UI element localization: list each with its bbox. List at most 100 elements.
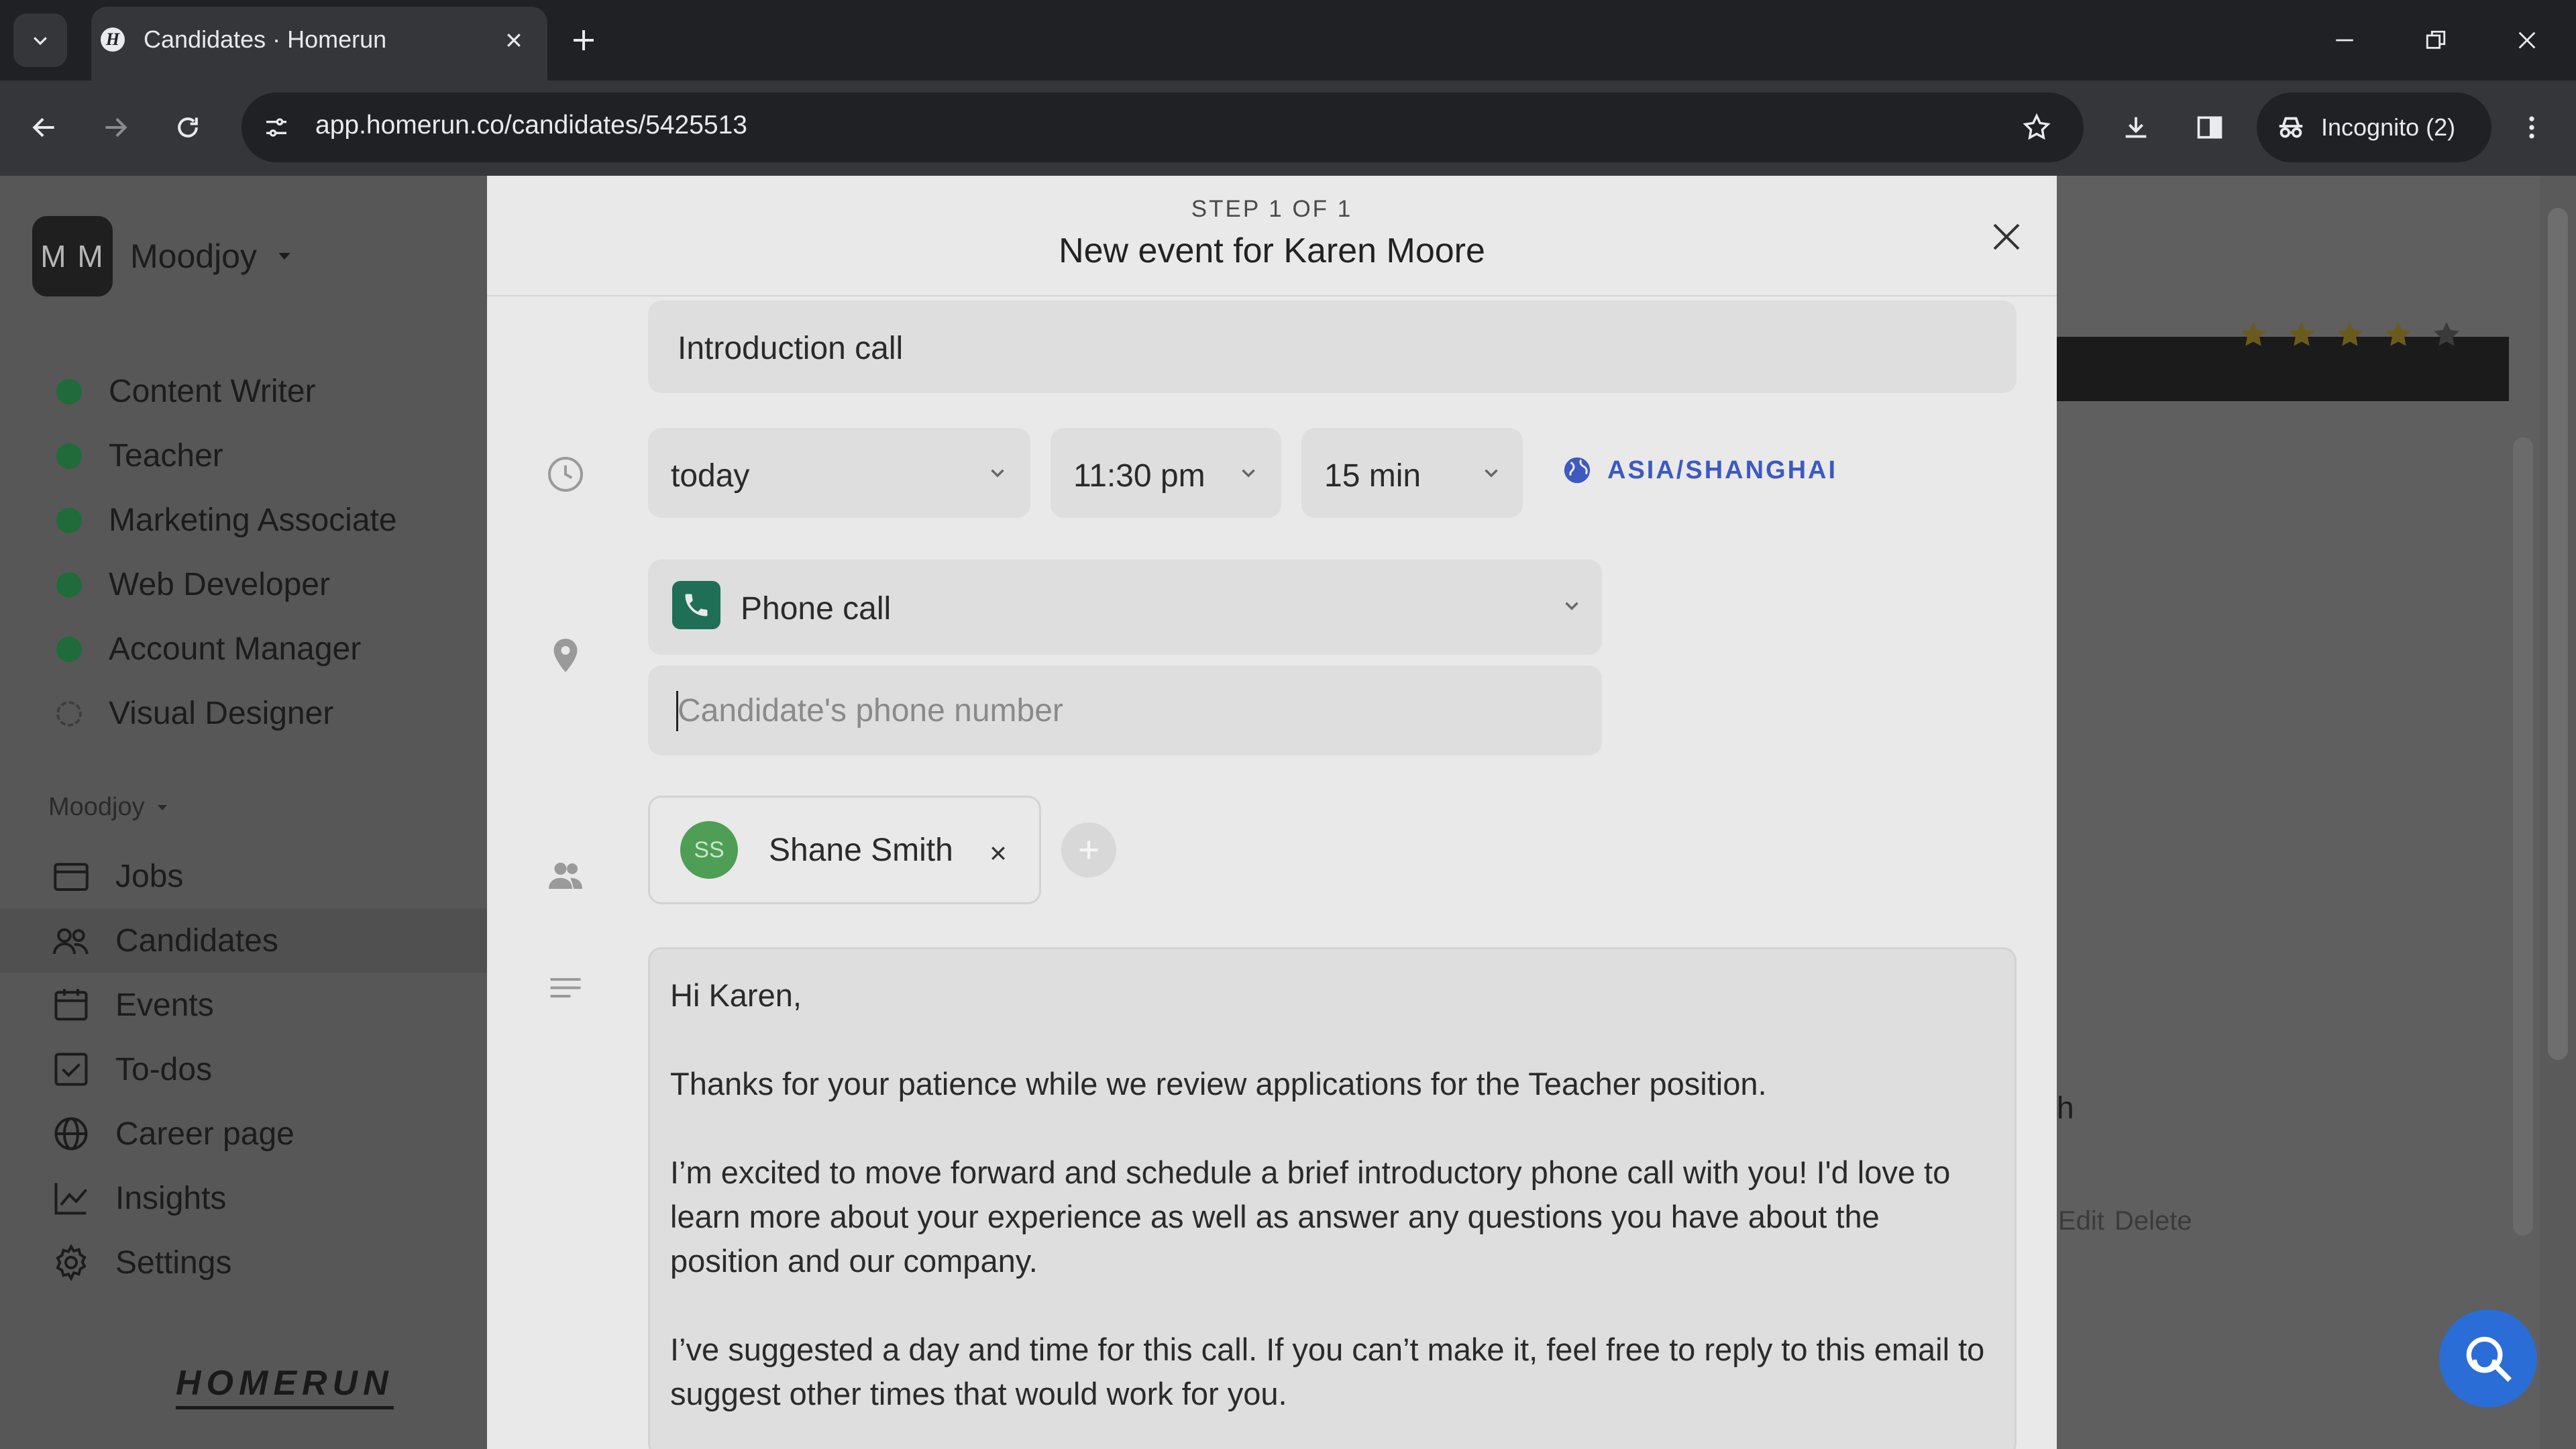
forward-button[interactable] [94,106,137,149]
background-delete-link: Delete [2114,1206,2192,1236]
sidebar: M M Moodjoy Content Writer Teacher Marke… [0,176,487,1449]
reload-button[interactable] [166,106,209,149]
download-icon [2125,117,2147,138]
sidebar-item-candidates[interactable]: Candidates [0,908,487,973]
job-status-dot [56,507,82,533]
url-text: app.homerun.co/candidates/5425513 [315,111,747,140]
side-panel-button[interactable] [2188,106,2231,149]
incognito-icon [2279,117,2303,138]
incognito-label: Incognito (2) [2321,113,2456,141]
attendee-avatar: SS [680,821,738,879]
downloads-button[interactable] [2114,106,2157,149]
sidebar-item-jobs[interactable]: Jobs [0,844,487,908]
homerun-favicon-icon: H [101,28,125,52]
minimize-icon [2336,39,2353,42]
remove-attendee-button[interactable] [982,837,1014,869]
gear-icon [56,1244,87,1281]
close-icon [991,847,1005,860]
attendees-icon [542,852,589,899]
job-label: Marketing Associate [109,502,397,538]
app-viewport: M M Moodjoy Content Writer Teacher Marke… [0,176,2576,1449]
location-pin-icon [542,632,589,679]
sidebar-item-insights[interactable]: Insights [0,1166,487,1230]
sidebar-job-account-manager[interactable]: Account Manager [56,631,361,667]
new-event-modal: STEP 1 OF 1 New event for Karen Moore In… [487,176,2057,1449]
tab-search-button[interactable] [13,13,67,67]
back-button[interactable] [23,106,66,149]
help-search-button[interactable] [2439,1309,2537,1407]
phone-number-input[interactable] [648,665,1602,755]
timezone-link[interactable]: ASIA/SHANGHAI [1562,455,1837,486]
job-status-dot [56,636,82,662]
job-label: Account Manager [109,631,362,667]
window-scrollbar-thumb[interactable] [2548,208,2568,1060]
sidebar-job-teacher[interactable]: Teacher [56,437,223,474]
duration-value: 15 min [1324,458,1421,494]
job-label: Visual Designer [109,696,334,731]
workspace-name: Moodjoy [130,237,257,275]
message-paragraph: I’m excited to move forward and schedule… [670,1155,1951,1279]
nav-label: To-dos [115,1051,213,1087]
nav-label: Events [115,987,214,1023]
sidebar-item-todos[interactable]: To-dos [0,1037,487,1102]
modal-title: New event for Karen Moore [1059,231,1485,270]
sidebar-job-content-writer[interactable]: Content Writer [56,373,316,410]
checkbox-icon [54,1053,88,1086]
sidebar-item-events[interactable]: Events [0,973,487,1037]
window-close-button[interactable] [2504,24,2551,56]
modal-close-button[interactable] [1983,213,2030,260]
arrow-left-icon [32,117,54,138]
calendar-icon [54,989,88,1021]
message-textarea[interactable]: Hi Karen, Thanks for your patience while… [648,947,2017,1449]
more-vertical-icon [2529,116,2534,139]
attendee-name: Shane Smith [769,833,953,868]
bookmark-button[interactable] [2015,106,2058,149]
workspace-switcher[interactable]: M M Moodjoy [32,216,294,297]
job-status-dot [56,572,82,598]
chart-icon [54,1183,88,1215]
clock-icon [542,451,589,498]
phone-icon [672,581,720,629]
window-restore-button[interactable] [2412,24,2459,56]
location-type-value: Phone call [741,591,892,627]
message-paragraph: Hi Karen, [670,977,802,1013]
chevron-down-icon [1242,469,1255,478]
people-icon [53,928,89,955]
text-caret [676,691,678,731]
rating-star-icon [2289,321,2314,346]
sidebar-job-web-developer[interactable]: Web Developer [56,566,330,603]
close-icon [2518,32,2536,49]
homerun-logo: HOMERUN [176,1363,394,1409]
sidebar-item-settings[interactable]: Settings [0,1230,487,1295]
background-scrollbar [2513,437,2533,1236]
sidebar-item-career-page[interactable]: Career page [0,1102,487,1166]
sidebar-job-visual-designer[interactable]: Visual Designer [56,695,333,732]
description-icon [542,966,589,1013]
add-attendee-button[interactable] [1061,822,1116,877]
star-outline-icon [2023,113,2051,140]
caret-down-icon [157,804,167,810]
rating-star-empty-icon [2434,321,2459,346]
workspace-section-toggle[interactable]: Moodjoy [48,793,170,822]
sidebar-job-marketing-associate[interactable]: Marketing Associate [56,502,397,539]
site-info-button[interactable] [255,106,298,149]
plus-icon [574,30,594,50]
section-label: Moodjoy [48,793,145,821]
arrow-right-icon [105,117,127,138]
new-tab-button[interactable] [568,24,600,56]
background-edit-link: Edit [2058,1206,2104,1236]
background-text-fragment: h [2057,1090,2074,1125]
incognito-indicator[interactable]: Incognito (2) [2257,93,2491,162]
job-status-dot-draft [56,700,82,727]
window-minimize-button[interactable] [2321,24,2368,56]
caret-down-icon [278,253,290,260]
chevron-down-icon [1565,602,1578,610]
close-icon [1993,223,2020,250]
tab-close-button[interactable] [499,25,529,55]
job-label: Teacher [109,438,223,474]
side-panel-icon [2197,116,2222,139]
timezone-label: ASIA/SHANGHAI [1607,455,1838,484]
rating-star-icon [2385,321,2411,346]
browser-menu-button[interactable] [2510,106,2553,149]
message-paragraph: Thanks for your patience while we review… [670,1066,1767,1102]
